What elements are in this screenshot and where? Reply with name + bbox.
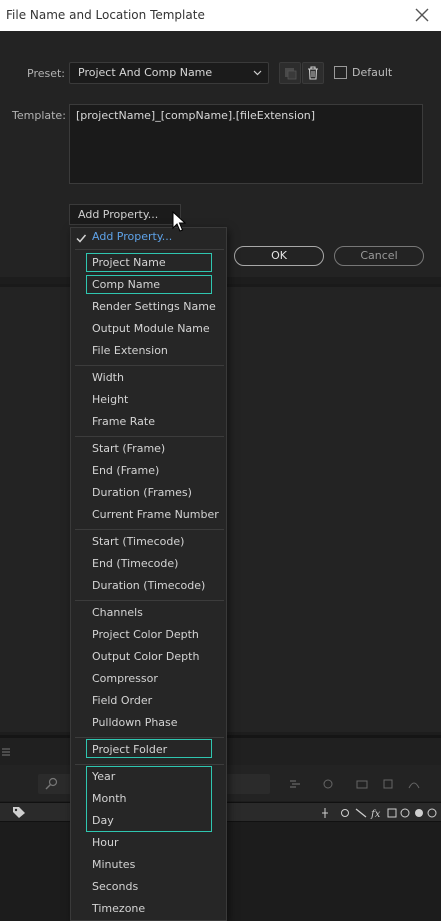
template-label: Template: <box>12 109 66 122</box>
template-field[interactable]: [projectName]_[compName].[fileExtension] <box>69 104 423 184</box>
add-property-dropdown[interactable]: Add Property... <box>69 204 181 225</box>
menu-item[interactable]: End (Frame) <box>92 462 159 480</box>
menu-separator <box>75 764 224 765</box>
menu-separator <box>75 365 224 366</box>
menu-item[interactable]: Field Order <box>92 692 152 710</box>
chevron-down-icon <box>253 70 262 76</box>
trash-icon <box>308 66 318 80</box>
menu-item[interactable]: Compressor <box>92 670 158 688</box>
menu-separator <box>75 249 224 250</box>
switches-icons: fx <box>322 808 437 820</box>
highlight-box <box>86 275 212 294</box>
menu-item[interactable]: Seconds <box>92 878 138 896</box>
menu-item[interactable]: Project Color Depth <box>92 626 199 644</box>
template-value: [projectName]_[compName].[fileExtension] <box>76 109 316 122</box>
ok-button[interactable]: OK <box>234 246 324 266</box>
menu-icon[interactable] <box>2 748 10 756</box>
save-preset-icon <box>285 68 297 80</box>
svg-text:fx: fx <box>370 809 381 820</box>
highlight-box <box>86 766 212 832</box>
add-property-label: Add Property... <box>78 208 159 221</box>
mouse-cursor-icon <box>172 211 186 232</box>
save-preset-button[interactable] <box>279 62 301 84</box>
layer-switch-icon[interactable] <box>289 778 301 790</box>
search-icon <box>45 777 58 790</box>
highlight-box <box>86 739 212 758</box>
menu-item[interactable]: End (Timecode) <box>92 555 178 573</box>
menu-item[interactable]: Timezone <box>92 900 145 918</box>
tag-icon <box>13 807 25 818</box>
menu-item[interactable]: Hour <box>92 834 119 852</box>
menu-item[interactable]: Render Settings Name <box>92 298 216 316</box>
ok-label: OK <box>271 249 287 262</box>
graph-editor-icon[interactable] <box>408 778 420 790</box>
preset-label: Preset: <box>27 67 66 80</box>
menu-item[interactable]: Duration (Frames) <box>92 484 192 502</box>
cancel-button[interactable]: Cancel <box>334 246 424 266</box>
highlight-box <box>86 253 212 272</box>
motion-blur-icon[interactable] <box>382 778 394 790</box>
menu-item[interactable]: Start (Frame) <box>92 440 165 458</box>
window-title: File Name and Location Template <box>6 8 205 22</box>
frame-blend-icon[interactable] <box>356 778 368 790</box>
menu-item[interactable]: Pulldown Phase <box>92 714 178 732</box>
menu-item[interactable]: File Extension <box>92 342 168 360</box>
menu-item[interactable]: Start (Timecode) <box>92 533 184 551</box>
title-bar: File Name and Location Template <box>0 0 441 31</box>
menu-item[interactable]: Output Module Name <box>92 320 210 338</box>
menu-separator <box>75 436 224 437</box>
close-icon[interactable] <box>413 6 431 24</box>
menu-separator <box>75 737 224 738</box>
checkmark-icon <box>76 234 87 243</box>
menu-item[interactable]: Width <box>92 369 124 387</box>
menu-item[interactable]: Duration (Timecode) <box>92 577 205 595</box>
default-checkbox[interactable] <box>334 66 347 79</box>
cancel-label: Cancel <box>360 249 398 262</box>
menu-item[interactable]: Current Frame Number <box>92 506 219 524</box>
menu-separator <box>75 529 224 530</box>
menu-separator <box>75 600 224 601</box>
preset-value: Project And Comp Name <box>78 66 213 79</box>
menu-item[interactable]: Output Color Depth <box>92 648 199 666</box>
menu-item-add-property[interactable]: Add Property... <box>92 228 172 246</box>
default-label: Default <box>352 66 393 79</box>
menu-item[interactable]: Height <box>92 391 128 409</box>
menu-item[interactable]: Channels <box>92 604 143 622</box>
preset-dropdown[interactable]: Project And Comp Name <box>69 62 269 84</box>
delete-preset-button[interactable] <box>302 62 324 84</box>
menu-item[interactable]: Minutes <box>92 856 135 874</box>
menu-item[interactable]: Frame Rate <box>92 413 155 431</box>
add-property-menu: Add Property... Project Name Comp Name Ren… <box>70 227 227 921</box>
shy-icon[interactable] <box>322 778 334 790</box>
